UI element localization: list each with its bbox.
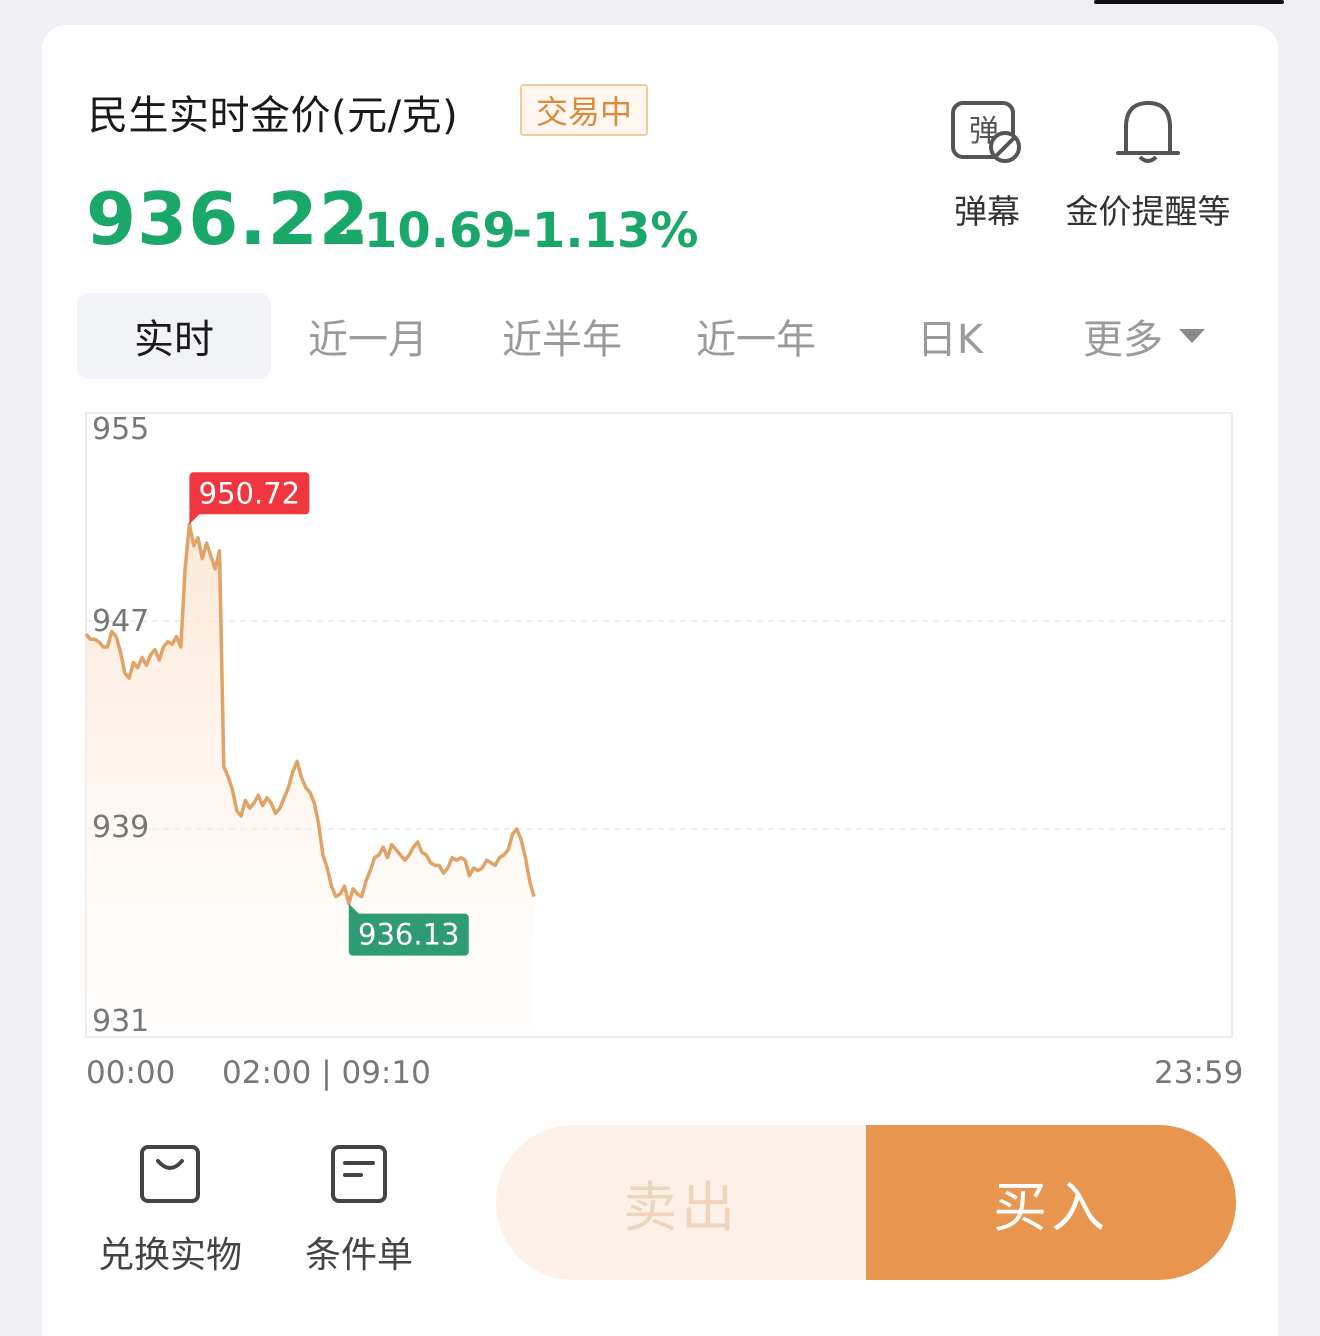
shopping-bag-icon (140, 1145, 200, 1203)
high-price-marker: 950.72 (189, 472, 310, 525)
trade-buttons: 卖出 买入 (496, 1125, 1236, 1280)
y-tick-label: 955 (92, 412, 149, 447)
y-tick-label: 931 (92, 1004, 149, 1039)
buy-button[interactable]: 买入 (866, 1125, 1236, 1280)
document-icon (331, 1145, 387, 1203)
conditional-order-label: 条件单 (304, 1235, 413, 1276)
status-bar-stub (1094, 0, 1284, 4)
y-tick-label: 947 (92, 604, 149, 639)
conditional-order-button[interactable]: 条件单 (294, 1143, 424, 1278)
low-price-label: 936.13 (358, 918, 459, 952)
gold-price-card: 民生实时金价(元/克) 交易中 936.22 -10.69 -1.13% 弹 弹… (42, 25, 1278, 1336)
price-chart[interactable]: 955 947 939 931 950.72 936.13 (42, 25, 1278, 1055)
x-axis-mid-label: 02:00 | 09:10 (222, 1055, 431, 1091)
redeem-physical-label: 兑换实物 (97, 1235, 242, 1276)
x-axis-end-label: 23:59 (1154, 1055, 1244, 1091)
redeem-physical-button[interactable]: 兑换实物 (90, 1143, 250, 1278)
x-axis-start-label: 00:00 (86, 1055, 176, 1091)
price-area-fill (86, 524, 534, 1037)
high-price-label: 950.72 (199, 476, 300, 510)
y-tick-label: 939 (92, 810, 149, 845)
sell-button[interactable]: 卖出 (496, 1125, 866, 1280)
